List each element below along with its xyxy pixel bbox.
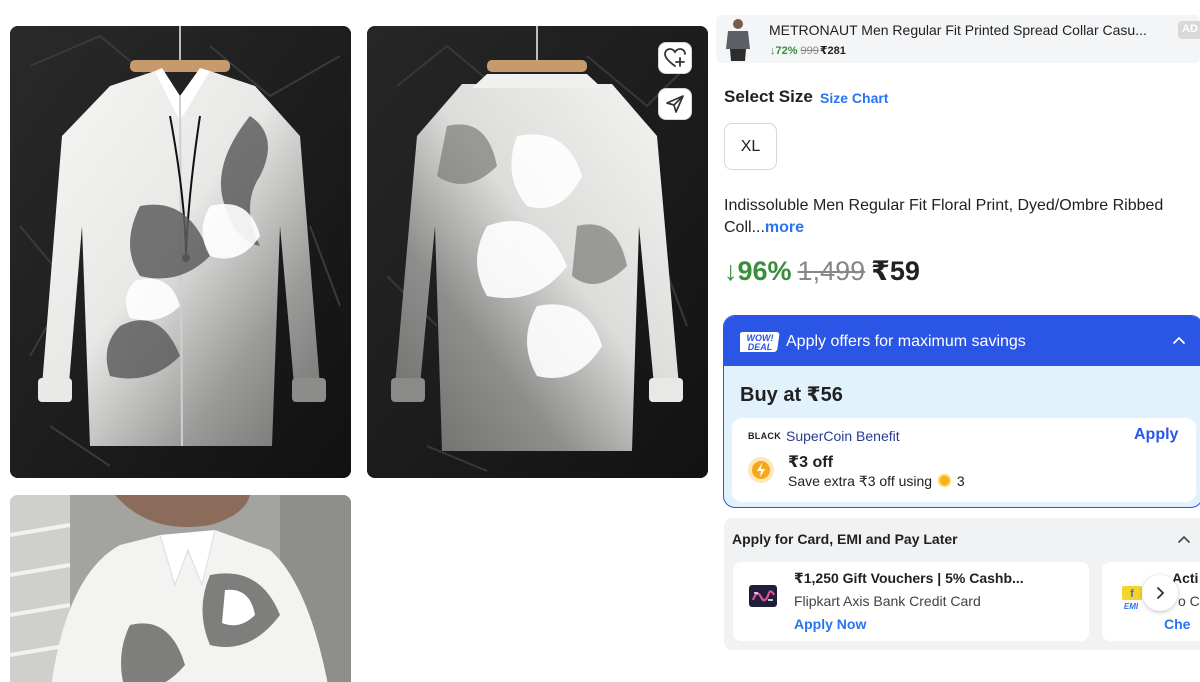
price-row: ↓96% 1,499 ₹59 [724, 256, 920, 287]
mini-supercoin-icon [937, 474, 951, 487]
wow-deal-badge: WOW! DEAL [740, 332, 780, 352]
emi-offer-cta[interactable]: Che [1164, 616, 1190, 632]
axis-bank-card-logo [749, 585, 777, 607]
product-image-front[interactable] [10, 26, 351, 478]
share-send-icon [666, 95, 684, 113]
carousel-next-button[interactable] [1142, 575, 1178, 611]
emi-offer-title: Acti [1172, 570, 1199, 586]
product-image-back[interactable] [367, 26, 708, 478]
buy-at-price: Buy at ₹56 [740, 384, 843, 406]
chevron-up-icon[interactable] [1170, 332, 1188, 350]
sponsored-product-thumbnail [726, 19, 750, 61]
supercoin-icon [748, 457, 774, 483]
chevron-right-icon [1157, 587, 1165, 599]
bank-offer-card[interactable]: ₹1,250 Gift Vouchers | 5% Cashb... Flipk… [733, 562, 1089, 641]
supercoin-save-text: Save extra ₹3 off using 3 [788, 473, 965, 490]
offers-panel: WOW! DEAL Apply offers for maximum savin… [723, 315, 1200, 508]
chevron-up-icon[interactable] [1176, 532, 1192, 548]
select-size-heading: Select Size [724, 87, 813, 106]
black-membership-tag: BLACK [748, 431, 781, 441]
card-emi-section: Apply for Card, EMI and Pay Later ₹1,250… [724, 518, 1200, 650]
svg-text:f: f [1130, 588, 1134, 600]
share-button[interactable] [658, 88, 692, 120]
bank-offer-subtitle: Flipkart Axis Bank Credit Card [794, 593, 981, 609]
emi-logo-text: EMI [1124, 602, 1139, 610]
size-option-xl[interactable]: XL [724, 123, 777, 170]
bank-offer-title: ₹1,250 Gift Vouchers | 5% Cashb... [794, 570, 1024, 586]
sponsored-product-strip[interactable]: METRONAUT Men Regular Fit Printed Spread… [716, 15, 1200, 63]
sponsored-sale-price: ₹281 [819, 45, 846, 57]
ad-badge: AD [1178, 21, 1200, 39]
wishlist-heart-plus-icon [664, 48, 686, 67]
more-link[interactable]: more [765, 219, 804, 236]
sponsored-mrp: 999 [800, 45, 819, 57]
sponsored-product-title: METRONAUT Men Regular Fit Printed Spread… [769, 22, 1147, 38]
product-image-model[interactable] [10, 495, 351, 682]
discount-percent: ↓96% [724, 256, 792, 286]
supercoin-amount: ₹3 off [788, 454, 833, 471]
supercoin-count: 3 [956, 473, 965, 489]
wow-badge-line2: DEAL [748, 342, 773, 352]
apply-now-link[interactable]: Apply Now [794, 616, 866, 632]
supercoin-offer-card: BLACK SuperCoin Benefit Apply ₹3 off Sav… [732, 418, 1196, 502]
card-emi-title: Apply for Card, EMI and Pay Later [732, 531, 958, 547]
sponsored-product-price: ↓72% 999₹281 [770, 44, 846, 57]
supercoin-title: SuperCoin Benefit [786, 428, 900, 444]
sale-price: ₹59 [871, 256, 920, 286]
offers-header-text: Apply offers for maximum savings [786, 333, 1026, 350]
wishlist-button[interactable] [658, 42, 692, 74]
size-chart-link[interactable]: Size Chart [820, 90, 888, 106]
supercoin-save-prefix: Save extra ₹3 off using [788, 473, 933, 489]
mrp-price: 1,499 [797, 256, 866, 286]
supercoin-apply-button[interactable]: Apply [1134, 426, 1178, 444]
offers-header[interactable]: WOW! DEAL Apply offers for maximum savin… [724, 316, 1200, 366]
product-title: Indissoluble Men Regular Fit Floral Prin… [724, 195, 1200, 239]
emi-offer-subtitle: o C [1178, 593, 1200, 609]
sponsored-discount: ↓72% [770, 45, 798, 57]
